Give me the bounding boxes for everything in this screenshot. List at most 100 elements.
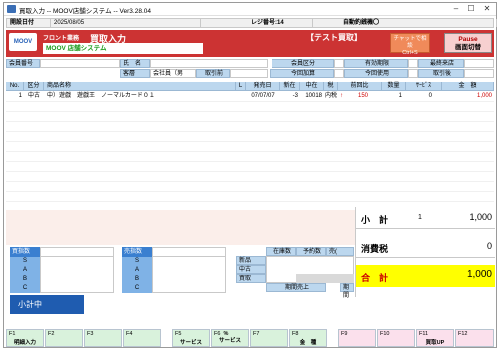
sell-a: A <box>122 266 152 275</box>
before-trade-label: 取引前 <box>196 69 230 78</box>
valid-period-field <box>408 59 418 68</box>
pause-label: Pause <box>458 36 478 43</box>
subtotal-qty: 1 <box>418 214 422 221</box>
register-number: レジ番号:14 <box>201 19 313 27</box>
auto-change-status: 自動釣銭機〇 <box>313 19 497 27</box>
this-time-add-label: 今回加算 <box>270 69 334 78</box>
f10-button[interactable]: F10 <box>377 329 415 347</box>
last-visit-label: 最終来店 <box>418 59 464 68</box>
reserve-count-label: 予約数 <box>296 247 326 256</box>
row-used-stock: 10018 <box>305 93 322 99</box>
chat-shortcut: Ctrl+S <box>402 50 418 56</box>
buy-s: S <box>10 257 40 266</box>
sell-b: B <box>122 275 152 284</box>
buyback-label: 買取 <box>236 274 266 283</box>
col-used-stock: 中在 <box>300 82 324 91</box>
buy-c: C <box>10 284 40 293</box>
f2-button[interactable]: F2 <box>45 329 83 347</box>
customer-type-field[interactable]: 会社員（男 <box>150 69 196 78</box>
chat-consult-button[interactable]: チャットで相談 Ctrl+S <box>390 33 430 56</box>
store-system-label: MOOV 店舗システム <box>43 43 203 54</box>
item-grid-area[interactable] <box>6 101 494 209</box>
subtotal-label: 小 計 <box>361 215 389 225</box>
col-prev-ratio: 前回比 <box>338 82 382 91</box>
title-bar: 買取入力 -- MOOV店舗システム -- Ver3.28.04 – ☐ ✕ <box>4 3 496 16</box>
pause-button[interactable]: Pause 画面切替 <box>444 33 492 53</box>
stock-panel: 在庫数 予約数 売( 新品 中古 買取 期間売上 期間 <box>236 247 354 299</box>
name-field[interactable] <box>150 59 268 68</box>
sell-s: S <box>122 257 152 266</box>
col-new-stock: 新在 <box>280 82 300 91</box>
sell-c: C <box>122 284 152 293</box>
col-qty: 数量 <box>382 82 406 91</box>
col-kubun: 区分 <box>24 82 44 91</box>
sell-count-label: 売( <box>326 247 354 256</box>
moov-logo: MOOV <box>9 33 37 51</box>
f7-button[interactable]: F7 <box>250 329 288 347</box>
row-service: 0 <box>428 93 432 99</box>
before-trade-field <box>230 69 268 78</box>
test-mode-label: 【テスト買取】 <box>306 33 362 42</box>
app-window: 買取入力 -- MOOV店舗システム -- Ver3.28.04 – ☐ ✕ 開… <box>3 2 497 348</box>
subtotal-row: 小 計 1 1,000 <box>356 207 495 229</box>
member-no-field[interactable] <box>40 59 120 68</box>
memo-area <box>6 210 355 245</box>
valid-period-label: 有効期限 <box>344 59 408 68</box>
header-bar: MOOV フロント業務 買取入力 MOOV 店舗システム 【テスト買取】 チャッ… <box>6 30 494 57</box>
total-row: 合 計 1,000 <box>356 265 495 287</box>
row-amount: 1,000 <box>476 93 492 99</box>
tax-amount: 0 <box>486 241 492 251</box>
f3-button[interactable]: F3 <box>84 329 122 347</box>
buy-index-label: 買指数 <box>10 247 40 257</box>
new-label: 新品 <box>236 256 266 265</box>
f9-button[interactable]: F9 <box>338 329 376 347</box>
total-label: 合 計 <box>361 273 389 283</box>
up-arrow-icon: ↑ <box>340 93 343 99</box>
col-release-date: 発売日 <box>246 82 280 91</box>
this-time-use-label: 今回使用 <box>344 69 408 78</box>
member-class-field <box>334 59 344 68</box>
buy-index-panel: 買指数 S A B C <box>10 247 114 293</box>
buy-a: A <box>10 266 40 275</box>
sell-index-label: 売指数 <box>122 247 152 257</box>
buy-b: B <box>10 275 40 284</box>
col-no: No. <box>6 82 24 91</box>
chat-label: チャットで相談 <box>393 36 427 49</box>
member-class-label: 会員区分 <box>270 59 334 68</box>
totals-panel: 小 計 1 1,000 消費税 0 合 計 1,000 <box>355 207 495 297</box>
after-trade-field <box>464 69 494 78</box>
row-kubun: 中古 <box>27 93 40 99</box>
f11-button[interactable]: F11 買取UP <box>416 329 454 347</box>
name-label: 氏 名 <box>120 59 150 68</box>
open-date: 2025/08/05 <box>51 19 201 27</box>
period-label: 期間 <box>340 283 354 299</box>
used-label: 中古 <box>236 265 266 274</box>
row-qty: 1 <box>398 93 402 99</box>
last-visit-field <box>464 59 494 68</box>
close-icon[interactable]: ✕ <box>481 4 493 14</box>
tax-row: 消費税 0 <box>356 236 495 258</box>
minimize-icon[interactable]: – <box>450 4 462 14</box>
row-product-name: 中）遊戯 遊戯王 ノーマルカード０１ <box>47 93 155 99</box>
col-amount: 金 額 <box>442 82 494 91</box>
member-no-label: 会員番号 <box>6 59 40 68</box>
front-label: フロント業務 <box>43 36 80 42</box>
f5-button[interactable]: F5 サービス <box>172 329 210 347</box>
f1-button[interactable]: F1 明細入力 <box>6 329 44 347</box>
total-amount: 1,000 <box>466 269 492 280</box>
col-product-name: 商品名称 <box>44 82 236 91</box>
status-bar: 開設日付 2025/08/05 レジ番号:14 自動釣銭機〇 <box>6 18 497 28</box>
f6-button[interactable]: F6 % サービス <box>211 329 249 347</box>
f4-button[interactable]: F4 <box>123 329 161 347</box>
f8-button[interactable]: F8 金 種 <box>289 329 327 347</box>
subtotal-status: 小計中 <box>10 295 84 314</box>
window-title: 買取入力 -- MOOV店舗システム -- Ver3.28.04 <box>19 8 151 15</box>
row-release-date: 07/07/07 <box>251 93 275 99</box>
after-trade-label: 取引後 <box>418 69 464 78</box>
customer-type-label: 客層 <box>120 69 150 78</box>
row-new-stock: -3 <box>292 93 298 99</box>
tax-label: 消費税 <box>361 244 389 254</box>
stock-count-label: 在庫数 <box>266 247 296 256</box>
maximize-icon[interactable]: ☐ <box>465 4 477 14</box>
f12-button[interactable]: F12 <box>455 329 494 347</box>
